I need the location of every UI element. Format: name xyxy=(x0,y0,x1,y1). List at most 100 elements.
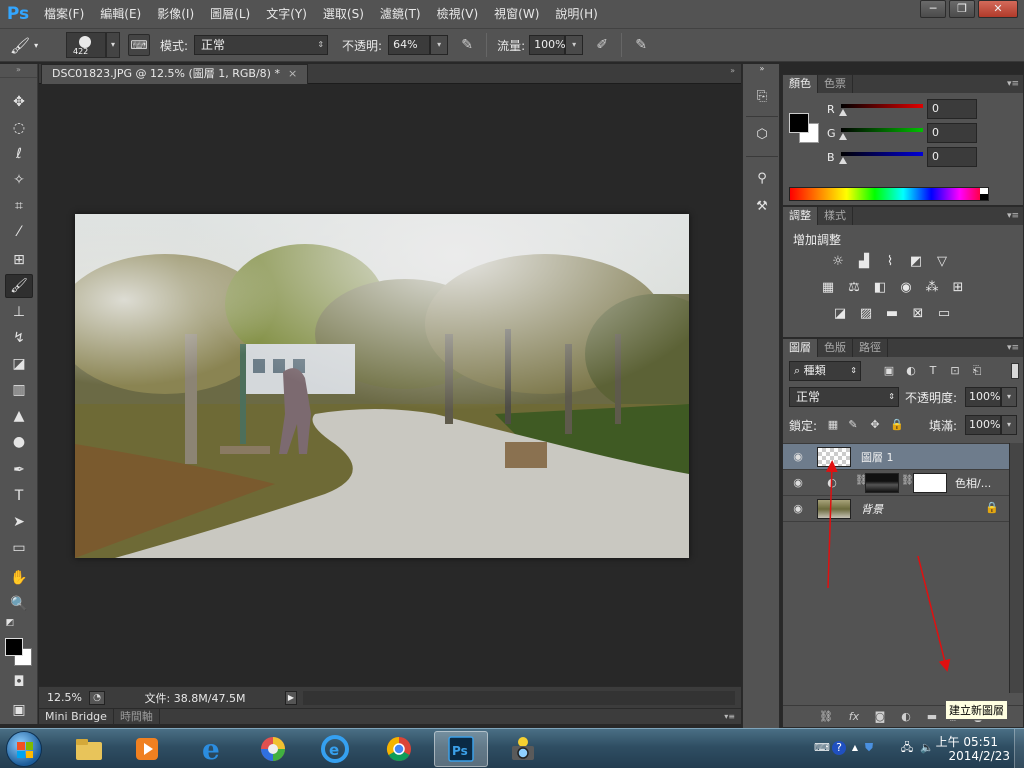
camera-app-taskbar-button[interactable] xyxy=(496,731,550,767)
filter-shape-icon[interactable]: ⊡ xyxy=(947,361,963,381)
layer-opacity-field[interactable]: 100% xyxy=(965,387,1001,407)
magic-wand-tool-icon[interactable]: ✧ xyxy=(5,168,33,192)
zoom-tool-icon[interactable]: 🔍 xyxy=(5,592,33,616)
airbrush-icon[interactable]: ✐ xyxy=(591,34,613,56)
horizontal-scrollbar[interactable] xyxy=(303,690,735,705)
brush-tool-icon[interactable]: 🖌 xyxy=(5,274,33,298)
zoom-level[interactable]: 12.5% xyxy=(39,691,89,704)
shield-icon[interactable]: ⛊ xyxy=(862,741,876,755)
brightness-icon[interactable]: ☼ xyxy=(829,253,847,271)
close-tab-icon[interactable]: × xyxy=(288,67,297,80)
eye-icon[interactable]: ◉ xyxy=(791,476,805,490)
filter-pixel-icon[interactable]: ▣ xyxy=(881,361,897,381)
close-window-button[interactable]: ✕ xyxy=(978,0,1018,18)
menu-edit[interactable]: 編輯(E) xyxy=(92,0,149,28)
marquee-tool-icon[interactable]: ◌ xyxy=(5,116,33,140)
restore-button[interactable]: ❐ xyxy=(949,0,975,18)
slider-thumb[interactable] xyxy=(839,133,847,140)
filter-smart-object-icon[interactable]: ⎗ xyxy=(969,361,985,381)
hand-tool-icon[interactable]: ✋ xyxy=(5,566,33,590)
eyedropper-tool-icon[interactable]: ⁄ xyxy=(5,220,33,244)
crop-tool-icon[interactable]: ⌗ xyxy=(5,194,33,218)
move-tool-icon[interactable]: ✥ xyxy=(5,90,33,114)
tab-adjustments[interactable]: 調整 xyxy=(783,207,818,225)
help-icon[interactable]: ? xyxy=(832,741,846,755)
curves-icon[interactable]: ⌇ xyxy=(881,253,899,271)
layers-scrollbar[interactable] xyxy=(1009,443,1023,693)
eraser-tool-icon[interactable]: ◪ xyxy=(5,352,33,376)
explorer-taskbar-button[interactable] xyxy=(62,731,116,767)
layer-row-background[interactable]: ◉ 背景 🔒 xyxy=(783,496,1009,522)
blur-tool-icon[interactable]: ▲ xyxy=(5,404,33,428)
menu-type[interactable]: 文字(Y) xyxy=(258,0,315,28)
clock-time[interactable]: 上午 05:51 xyxy=(936,733,998,750)
color-app-taskbar-button[interactable] xyxy=(246,731,300,767)
slider-thumb[interactable] xyxy=(839,157,847,164)
opacity-dropdown[interactable]: ▾ xyxy=(430,35,449,55)
tab-swatches[interactable]: 色票 xyxy=(818,75,853,93)
tab-mini-bridge[interactable]: Mini Bridge xyxy=(39,708,114,725)
layer-name[interactable]: 背景 xyxy=(861,501,883,517)
panel-menu-icon[interactable]: ▾≡ xyxy=(724,709,735,725)
document-tab[interactable]: DSC01823.JPG @ 12.5% (圖層 1, RGB/8) * × xyxy=(41,64,309,84)
brush-preset-picker[interactable]: 422 xyxy=(66,32,106,58)
menu-select[interactable]: 選取(S) xyxy=(315,0,372,28)
chain-link-icon[interactable]: ⛓ xyxy=(901,475,914,489)
link-layers-icon[interactable]: ⛓ xyxy=(817,708,835,726)
blue-track[interactable] xyxy=(841,152,923,156)
menu-window[interactable]: 視窗(W) xyxy=(486,0,547,28)
layer-name[interactable]: 色相/... xyxy=(955,475,991,491)
keyboard-icon[interactable]: ⌨ xyxy=(814,741,830,755)
tab-timeline[interactable]: 時間軸 xyxy=(114,708,160,725)
show-hidden-icons-icon[interactable]: ▲ xyxy=(848,741,862,755)
start-button[interactable] xyxy=(6,731,42,767)
chain-link-icon[interactable]: ⛓ xyxy=(855,475,868,489)
history-brush-tool-icon[interactable]: ↯ xyxy=(5,326,33,350)
color-balance-icon[interactable]: ⚖ xyxy=(845,279,863,297)
tab-channels[interactable]: 色版 xyxy=(818,339,853,357)
foreground-color-swatch[interactable] xyxy=(789,113,809,133)
opacity-field[interactable]: 64% xyxy=(388,35,431,55)
layer-name[interactable]: 圖層 1 xyxy=(861,449,894,465)
red-track[interactable] xyxy=(841,104,923,108)
tab-layers[interactable]: 圖層 xyxy=(783,339,818,357)
panel-grip[interactable]: » xyxy=(730,66,735,75)
rectangle-tool-icon[interactable]: ▭ xyxy=(5,536,33,560)
gradient-tool-icon[interactable]: ▥ xyxy=(5,378,33,402)
brush-presets-icon[interactable]: ⚲ xyxy=(750,168,774,190)
volume-icon[interactable]: 🔈 xyxy=(920,741,934,755)
tab-styles[interactable]: 樣式 xyxy=(818,207,853,225)
gradient-map-icon[interactable]: ▭ xyxy=(935,305,953,323)
threshold-icon[interactable]: ▬ xyxy=(883,305,901,323)
foreground-color-swatch[interactable] xyxy=(5,638,23,656)
ie-taskbar-button[interactable]: e xyxy=(186,731,240,767)
lock-transparent-icon[interactable]: ▦ xyxy=(825,416,841,434)
red-slider[interactable]: R 0 xyxy=(827,99,1017,121)
channel-mixer-icon[interactable]: ⁂ xyxy=(923,279,941,297)
lock-all-icon[interactable]: 🔒 xyxy=(889,416,905,434)
panel-menu-icon[interactable]: ▾≡ xyxy=(1007,339,1019,357)
filter-type-icon[interactable]: T xyxy=(925,361,941,381)
media-player-taskbar-button[interactable] xyxy=(120,731,174,767)
menu-file[interactable]: 檔案(F) xyxy=(36,0,92,28)
image-canvas[interactable] xyxy=(75,214,689,558)
menu-filter[interactable]: 濾鏡(T) xyxy=(372,0,429,28)
flow-field[interactable]: 100% xyxy=(529,35,566,55)
new-group-icon[interactable]: ▬ xyxy=(923,708,941,726)
mode-select[interactable]: 正常 ⇕ xyxy=(194,35,329,55)
tool-presets-icon[interactable]: ⚒ xyxy=(750,196,774,218)
clock-date[interactable]: 2014/2/23 xyxy=(948,749,1010,763)
green-slider[interactable]: G 0 xyxy=(827,123,1017,145)
status-info-icon[interactable]: ◔ xyxy=(89,690,105,705)
pressure-opacity-icon[interactable]: ✎ xyxy=(456,34,478,56)
brush-panel-toggle[interactable]: ⌨ xyxy=(128,34,150,56)
3d-panel-icon[interactable]: ⬡ xyxy=(750,124,774,146)
photo-filter-icon[interactable]: ◉ xyxy=(897,279,915,297)
type-tool-icon[interactable]: T xyxy=(5,484,33,508)
lock-position-icon[interactable]: ✥ xyxy=(867,416,883,434)
new-adjustment-icon[interactable]: ◐ xyxy=(897,708,915,726)
screen-mode-icon[interactable]: ▣ xyxy=(5,698,33,722)
blue-value[interactable]: 0 xyxy=(927,147,977,167)
tool-preset-picker[interactable]: 🖌 ▾ xyxy=(0,31,48,59)
red-value[interactable]: 0 xyxy=(927,99,977,119)
